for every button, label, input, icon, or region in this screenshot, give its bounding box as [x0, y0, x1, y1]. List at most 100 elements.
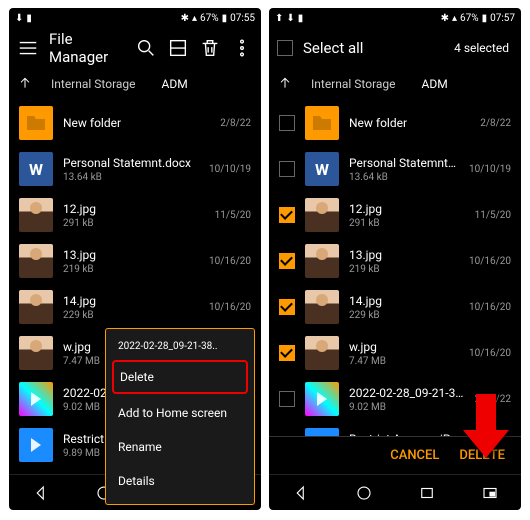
file-name: 13.jpg — [349, 248, 459, 262]
video-thumb — [305, 428, 339, 436]
file-name: 14.jpg — [349, 294, 459, 308]
crumb-internal[interactable]: Internal Storage — [303, 73, 404, 95]
checkbox[interactable] — [279, 299, 295, 315]
select-all-label[interactable]: Select all — [303, 39, 444, 57]
list-item[interactable]: New folder 2/8/22 — [9, 100, 261, 146]
phone-right: ⬆⬇▮ ✱▴67%▮07:57 Select all 4 selected In… — [269, 8, 521, 510]
app-bar: File Manager — [9, 28, 261, 68]
video-thumb — [19, 382, 53, 416]
file-name: Restrict Apps on iPhone using Aces... — [349, 432, 465, 437]
checkbox[interactable] — [279, 253, 295, 269]
file-date: 2/8/22 — [220, 118, 251, 129]
phone-left: ⬇▮ ✱▴67%▮07:55 File Manager Internal Sto… — [9, 8, 261, 510]
file-size: 219 kB — [63, 264, 199, 275]
crumb-internal[interactable]: Internal Storage — [43, 73, 144, 95]
view-icon[interactable] — [167, 37, 189, 59]
list-item[interactable]: 14.jpg229 kB10/16/20 — [9, 284, 261, 330]
image-thumb — [305, 198, 339, 232]
clock: 07:55 — [230, 13, 255, 24]
checkbox[interactable] — [279, 161, 295, 177]
checkbox[interactable] — [279, 207, 295, 223]
back-button[interactable] — [291, 483, 311, 503]
video-thumb — [19, 428, 53, 462]
file-name: 12.jpg — [349, 202, 465, 216]
file-size: 291 kB — [63, 218, 205, 229]
more-icon[interactable] — [231, 37, 253, 59]
file-name: 13.jpg — [63, 248, 199, 262]
breadcrumb: Internal Storage ADM — [9, 68, 261, 100]
file-size: 229 kB — [349, 310, 459, 321]
image-thumb — [19, 336, 53, 370]
file-date: 10/10/19 — [209, 164, 251, 175]
list-item[interactable]: New folder2/8/22 — [269, 100, 521, 146]
file-list: New folder2/8/22 WPersonal Statemnt.docx… — [269, 100, 521, 436]
menu-rename[interactable]: Rename — [106, 430, 254, 464]
cancel-button[interactable]: CANCEL — [390, 448, 439, 463]
context-menu: 2022-02-28_09-21-38.. Delete Add to Home… — [105, 328, 255, 505]
upload-icon: ⬆ — [275, 13, 283, 24]
up-icon[interactable] — [277, 75, 293, 94]
pip-button[interactable] — [480, 483, 500, 503]
crumb-adm[interactable]: ADM — [414, 73, 456, 95]
battery-text: 67% — [200, 13, 219, 24]
list-item[interactable]: 13.jpg219 kB10/16/20 — [9, 238, 261, 284]
list-item[interactable]: 14.jpg 229 kB 10/16/20 — [269, 284, 521, 330]
file-size: 13.64 kB — [349, 172, 459, 183]
file-date: 10/16/20 — [469, 302, 511, 313]
file-size: 7.47 MB — [349, 356, 459, 367]
back-button[interactable] — [31, 483, 51, 503]
up-icon[interactable] — [17, 75, 33, 94]
list-item[interactable]: 12.jpg291 kB11/5/20 — [9, 192, 261, 238]
list-item[interactable]: 12.jpg 291 kB 11/5/20 — [269, 192, 521, 238]
crumb-adm[interactable]: ADM — [154, 73, 196, 95]
selection-count: 4 selected — [454, 41, 513, 55]
battery-icon: ▮ — [222, 13, 228, 24]
file-name: 12.jpg — [63, 202, 205, 216]
menu-icon[interactable] — [17, 37, 39, 59]
file-date: 10/16/20 — [469, 256, 511, 267]
select-all-checkbox[interactable] — [277, 40, 293, 56]
clock: 07:57 — [490, 13, 515, 24]
image-thumb — [305, 336, 339, 370]
folder-icon — [305, 106, 339, 140]
list-item[interactable]: 13.jpg 219 kB 10/16/20 — [269, 238, 521, 284]
menu-add-home[interactable]: Add to Home screen — [106, 396, 254, 430]
file-size: 219 kB — [349, 264, 459, 275]
list-item[interactable]: w.jpg7.47 MB10/16/20 — [269, 330, 521, 376]
list-item[interactable]: WPersonal Statemnt.docx13.64 kB10/10/19 — [9, 146, 261, 192]
image-thumb — [305, 244, 339, 278]
home-button[interactable] — [354, 483, 374, 503]
selection-bar: Select all 4 selected — [269, 28, 521, 68]
file-size: 229 kB — [63, 310, 199, 321]
docx-icon: W — [19, 152, 53, 186]
arrow-annotation — [463, 394, 509, 464]
file-date: 11/5/20 — [475, 210, 511, 221]
trash-icon[interactable] — [199, 37, 221, 59]
file-date: 10/16/20 — [469, 348, 511, 359]
file-size: 291 kB — [349, 218, 465, 229]
checkbox[interactable] — [279, 391, 295, 407]
bluetooth-icon: ✱ — [441, 13, 449, 24]
bluetooth-icon: ✱ — [181, 13, 189, 24]
docx-icon: W — [305, 152, 339, 186]
file-name: New folder — [349, 116, 470, 130]
image-thumb — [19, 290, 53, 324]
menu-details[interactable]: Details — [106, 464, 254, 498]
file-size: 13.64 kB — [63, 172, 199, 183]
status-bar: ⬆⬇▮ ✱▴67%▮07:57 — [269, 8, 521, 28]
app-title: File Manager — [49, 30, 125, 66]
alarm-icon: ▮ — [298, 13, 304, 24]
menu-delete[interactable]: Delete — [112, 360, 248, 394]
breadcrumb: Internal Storage ADM — [269, 68, 521, 100]
recent-button[interactable] — [417, 483, 437, 503]
checkbox[interactable] — [279, 345, 295, 361]
context-title: 2022-02-28_09-21-38.. — [106, 335, 254, 358]
folder-icon — [19, 106, 53, 140]
file-name: New folder — [63, 116, 210, 130]
video-thumb — [305, 382, 339, 416]
search-icon[interactable] — [135, 37, 157, 59]
checkbox[interactable] — [279, 115, 295, 131]
status-bar: ⬇▮ ✱▴67%▮07:55 — [9, 8, 261, 28]
list-item[interactable]: WPersonal Statemnt.docx13.64 kB10/10/19 — [269, 146, 521, 192]
file-date: 10/10/19 — [469, 164, 511, 175]
